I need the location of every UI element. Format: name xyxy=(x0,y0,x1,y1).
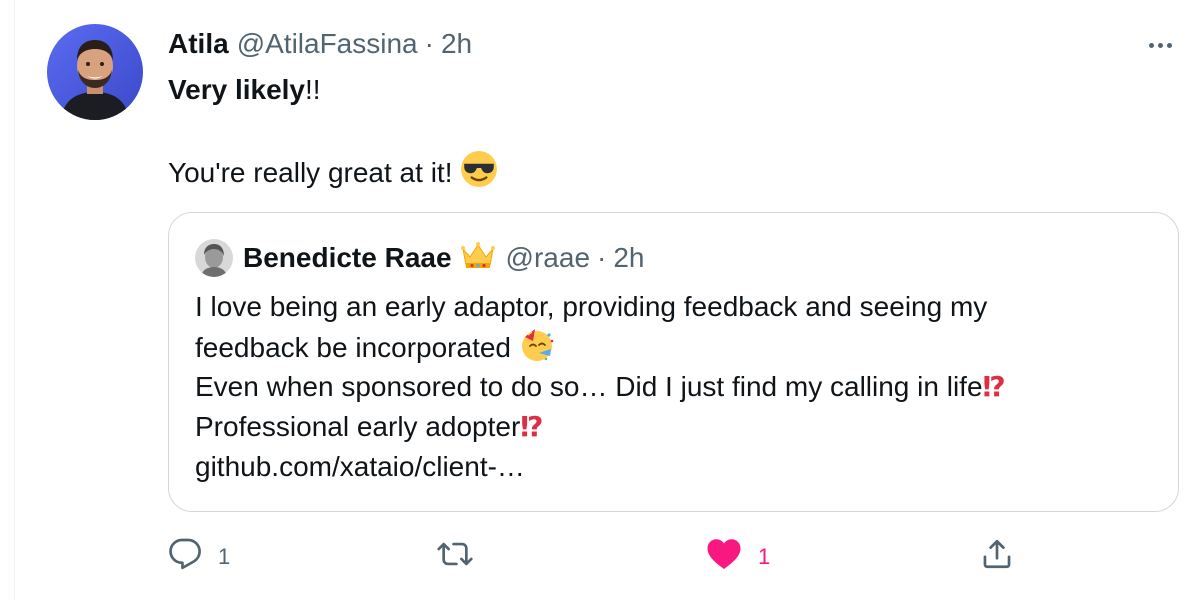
tweet-timestamp[interactable]: 2h xyxy=(441,28,472,60)
reply-button[interactable]: 1 xyxy=(168,534,230,580)
author-name[interactable]: Atila xyxy=(168,28,229,60)
quote-text: I love being an early adaptor, providing… xyxy=(195,287,1155,487)
reply-icon xyxy=(168,537,202,577)
more-dot-icon xyxy=(1166,42,1172,48)
exclamation-question-mark-icon: ⁉ xyxy=(982,371,1006,402)
heart-icon xyxy=(706,537,742,577)
like-button[interactable]: 1 xyxy=(706,534,770,580)
quoted-tweet-card[interactable]: Benedicte Raae @raae · 2h I love being a… xyxy=(168,212,1179,512)
reply-count: 1 xyxy=(218,544,231,569)
tweet-text-line2: You're really great at it! xyxy=(168,157,453,188)
quote-author-name: Benedicte Raae xyxy=(243,242,452,273)
like-count: 1 xyxy=(758,544,771,569)
author-avatar[interactable] xyxy=(47,24,143,120)
share-button[interactable] xyxy=(980,534,1014,580)
quote-line: Professional early adopter xyxy=(195,411,521,442)
retweet-icon xyxy=(436,537,474,577)
more-dot-icon xyxy=(1148,42,1154,48)
tweet-header: Atila @AtilaFassina · 2h xyxy=(168,28,472,62)
smiling-face-with-sunglasses-icon xyxy=(460,150,498,199)
tweet-actions: 1 1 xyxy=(168,534,1028,580)
quote-header: Benedicte Raae @raae · 2h xyxy=(195,239,645,277)
quote-line: feedback be incorporated xyxy=(195,332,511,363)
quote-link[interactable]: github.com/xataio/client-… xyxy=(195,451,525,482)
exclamation-question-mark-icon: ⁉ xyxy=(520,411,544,442)
author-handle[interactable]: @AtilaFassina xyxy=(237,28,418,60)
crown-icon xyxy=(460,239,496,278)
quote-author-handle: @raae xyxy=(505,242,591,273)
header-separator: · xyxy=(424,28,434,59)
quote-timestamp: 2h xyxy=(613,242,645,273)
quote-line: Even when sponsored to do so… Did I just… xyxy=(195,371,983,402)
quote-line: I love being an early adaptor, providing… xyxy=(195,291,988,322)
tweet-text-bold: Very likely xyxy=(168,74,306,105)
quote-separator: · xyxy=(597,242,607,273)
more-options-button[interactable] xyxy=(1140,34,1180,56)
share-icon xyxy=(980,537,1014,577)
timeline-divider xyxy=(14,0,15,600)
tweet-text-bold-suffix: !! xyxy=(305,74,321,105)
retweet-button[interactable] xyxy=(436,534,490,580)
tweet-text: Very likely!! You're really great at it! xyxy=(168,70,1148,190)
quote-author-avatar xyxy=(195,239,233,277)
more-dot-icon xyxy=(1157,42,1163,48)
